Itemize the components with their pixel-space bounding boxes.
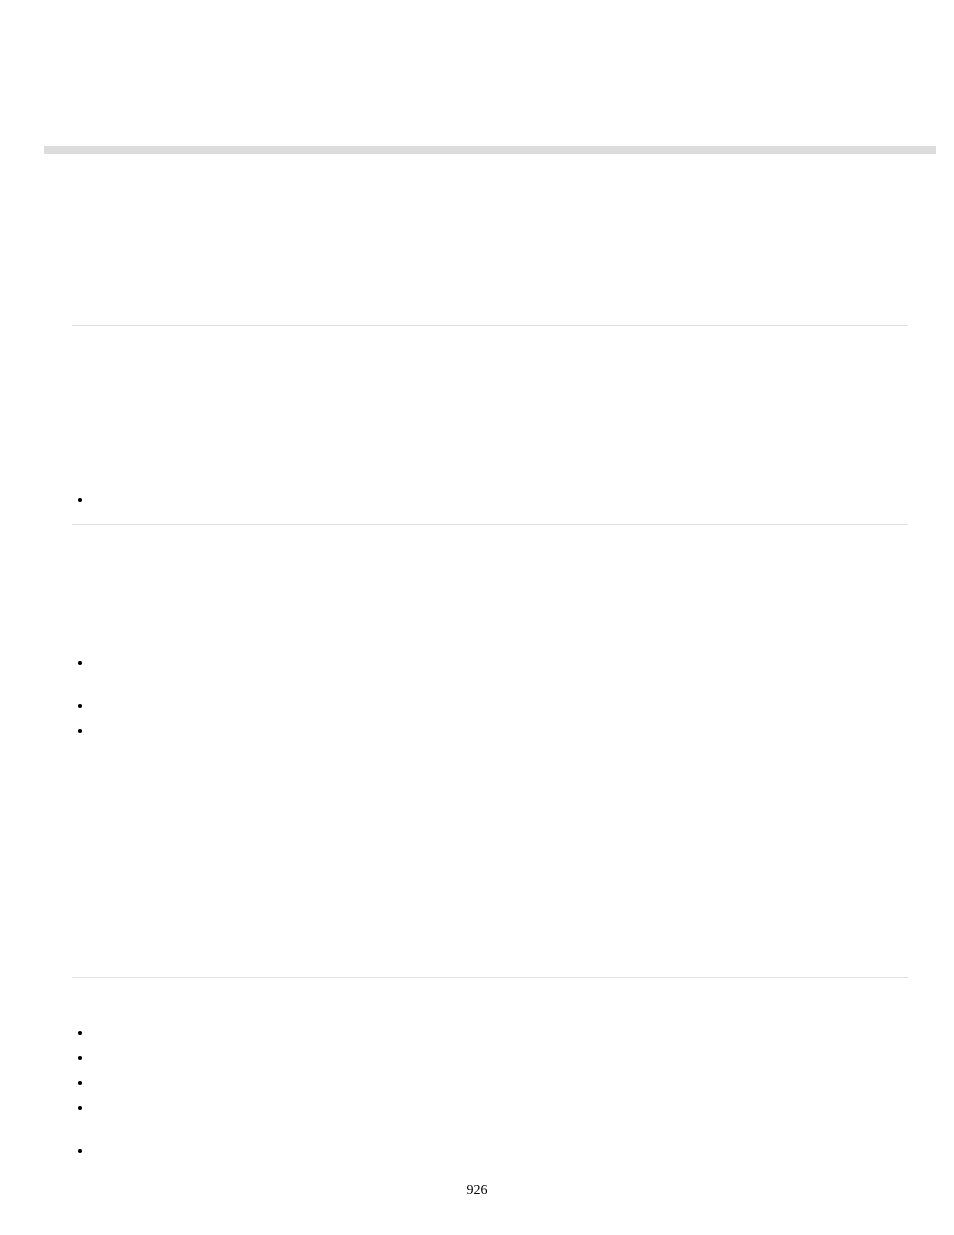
list-item — [72, 1023, 908, 1035]
header-rule — [44, 146, 936, 154]
bullet-icon — [78, 498, 82, 502]
list-item — [72, 1141, 908, 1153]
spacer — [72, 170, 908, 325]
list-item — [72, 696, 908, 708]
bullet-icon — [78, 1149, 82, 1153]
list-item — [72, 1048, 908, 1060]
spacer — [72, 1085, 908, 1098]
bullet-icon — [78, 1081, 82, 1085]
page-number: 926 — [0, 1183, 954, 1199]
bullet-icon — [78, 661, 82, 665]
spacer — [72, 978, 908, 1023]
spacer — [72, 326, 908, 490]
spacer — [72, 733, 908, 977]
list-item — [72, 490, 908, 502]
spacer — [72, 525, 908, 653]
list-item — [72, 721, 908, 733]
spacer — [72, 1060, 908, 1073]
document-page: 926 — [0, 0, 954, 1235]
bullet-icon — [78, 704, 82, 708]
spacer — [72, 665, 908, 696]
bullet-icon — [78, 729, 82, 733]
spacer — [72, 1110, 908, 1141]
spacer — [72, 708, 908, 721]
bullet-icon — [78, 1106, 82, 1110]
page-content — [72, 170, 908, 1153]
bullet-icon — [78, 1031, 82, 1035]
bullet-icon — [78, 1056, 82, 1060]
list-item — [72, 653, 908, 665]
spacer — [72, 1035, 908, 1048]
list-item — [72, 1073, 908, 1085]
list-item — [72, 1098, 908, 1110]
spacer — [72, 502, 908, 524]
